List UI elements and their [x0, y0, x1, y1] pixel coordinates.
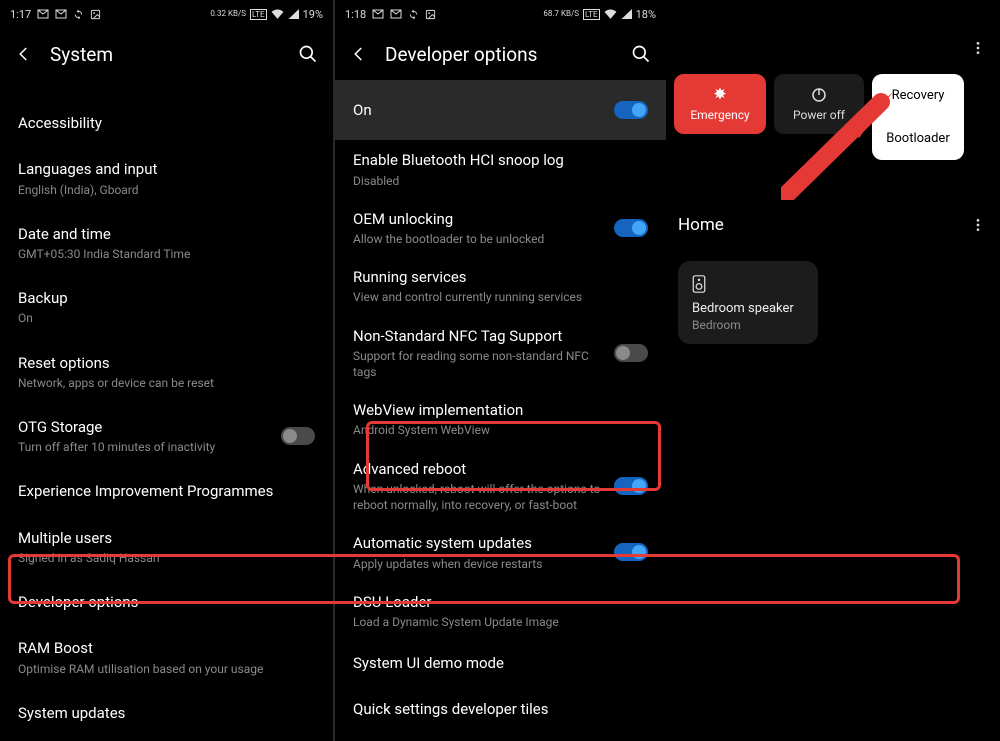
item-ram-boost[interactable]: RAM BoostOptimise RAM utilisation based …: [0, 625, 333, 689]
item-experience[interactable]: Experience Improvement Programmes: [0, 468, 333, 514]
page-title: System: [50, 43, 281, 66]
kebab-icon[interactable]: [968, 215, 988, 235]
gmail-icon: [372, 9, 384, 19]
search-icon[interactable]: [630, 43, 652, 65]
item-backup[interactable]: BackupOn: [0, 275, 333, 339]
item-multiple-users[interactable]: Multiple usersSigned in as Sadiq Hassan: [0, 515, 333, 579]
app-bar: Developer options: [335, 28, 666, 80]
item-reset[interactable]: Reset optionsNetwork, apps or device can…: [0, 340, 333, 404]
status-bar: 1:18 68.7 KB/S LTE 18%: [335, 0, 666, 28]
power-menu-screen: Emergency Power off Recovery Bootloader …: [666, 0, 1000, 741]
settings-list: Accessibility Languages and inputEnglish…: [0, 80, 333, 736]
item-languages[interactable]: Languages and inputEnglish (India), Gboa…: [0, 146, 333, 210]
power-icon: [810, 86, 828, 104]
sync-icon: [408, 9, 419, 20]
developer-options-screen: 1:18 68.7 KB/S LTE 18% Developer options…: [333, 0, 666, 741]
gmail-icon: [55, 9, 67, 19]
item-dsu[interactable]: DSU LoaderLoad a Dynamic System Update I…: [335, 582, 666, 640]
search-icon[interactable]: [297, 43, 319, 65]
system-settings-screen: 1:17 0.32 KB/S LTE 19% System Accessibil…: [0, 0, 333, 741]
battery-text: 18%: [636, 8, 656, 21]
signal-icon: [621, 9, 632, 19]
item-dev-on[interactable]: On: [335, 80, 666, 140]
reboot-recovery[interactable]: Recovery: [872, 74, 964, 117]
item-auto-updates[interactable]: Automatic system updatesApply updates wh…: [335, 523, 666, 581]
net-speed: 68.7 KB/S: [543, 10, 579, 18]
power-off-button[interactable]: Power off: [774, 74, 864, 134]
lte-icon: LTE: [583, 9, 600, 20]
nfc-toggle[interactable]: [614, 344, 648, 362]
status-time: 1:18: [345, 8, 366, 21]
emergency-button[interactable]: Emergency: [674, 74, 766, 134]
kebab-icon[interactable]: [968, 38, 988, 58]
image-icon: [425, 9, 436, 20]
home-header: Home: [678, 215, 988, 235]
speaker-icon: [692, 275, 804, 293]
status-bar: 1:17 0.32 KB/S LTE 19%: [0, 0, 333, 28]
card-title: Bedroom speaker: [692, 301, 804, 316]
app-bar: System: [0, 28, 333, 80]
dev-on-toggle[interactable]: [614, 101, 648, 119]
item-oem-unlock[interactable]: OEM unlockingAllow the bootloader to be …: [335, 199, 666, 257]
otg-toggle[interactable]: [281, 427, 315, 445]
wifi-icon: [271, 9, 284, 19]
item-qs-dev-tiles[interactable]: Quick settings developer tiles: [335, 686, 666, 732]
reboot-menu: Recovery Bootloader: [872, 74, 964, 160]
item-developer-options[interactable]: Developer options: [0, 579, 333, 625]
speaker-card[interactable]: Bedroom speaker Bedroom: [678, 261, 818, 344]
item-accessibility[interactable]: Accessibility: [0, 100, 333, 146]
gmail-icon: [390, 9, 402, 19]
card-sub: Bedroom: [692, 318, 804, 332]
item-otg[interactable]: OTG StorageTurn off after 10 minutes of …: [0, 404, 333, 468]
sync-icon: [73, 9, 84, 20]
signal-icon: [288, 9, 299, 19]
net-speed: 0.32 KB/S: [210, 10, 246, 18]
item-running-services[interactable]: Running servicesView and control current…: [335, 257, 666, 315]
oem-toggle[interactable]: [614, 219, 648, 237]
reboot-bootloader[interactable]: Bootloader: [872, 117, 964, 160]
battery-text: 19%: [303, 8, 323, 21]
adv-reboot-toggle[interactable]: [614, 477, 648, 495]
image-icon: [90, 9, 101, 20]
item-date-time[interactable]: Date and timeGMT+05:30 India Standard Ti…: [0, 211, 333, 275]
medical-icon: [711, 86, 729, 104]
page-title: Developer options: [385, 43, 614, 66]
back-icon[interactable]: [14, 44, 34, 64]
power-menu: Emergency Power off Recovery Bootloader: [674, 74, 964, 160]
back-icon[interactable]: [349, 44, 369, 64]
item-advanced-reboot[interactable]: Advanced rebootWhen unlocked, reboot wil…: [335, 449, 666, 524]
wifi-icon: [604, 9, 617, 19]
item-nfc-tag[interactable]: Non-Standard NFC Tag SupportSupport for …: [335, 316, 666, 391]
item-webview[interactable]: WebView implementationAndroid System Web…: [335, 390, 666, 448]
item-ui-demo[interactable]: System UI demo mode: [335, 640, 666, 686]
gmail-icon: [37, 9, 49, 19]
dev-options-list: On Enable Bluetooth HCI snoop logDisable…: [335, 80, 666, 733]
auto-upd-toggle[interactable]: [614, 543, 648, 561]
item-bt-snoop[interactable]: Enable Bluetooth HCI snoop logDisabled: [335, 140, 666, 198]
item-system-updates[interactable]: System updates: [0, 690, 333, 736]
status-time: 1:17: [10, 8, 31, 21]
lte-icon: LTE: [250, 9, 267, 20]
